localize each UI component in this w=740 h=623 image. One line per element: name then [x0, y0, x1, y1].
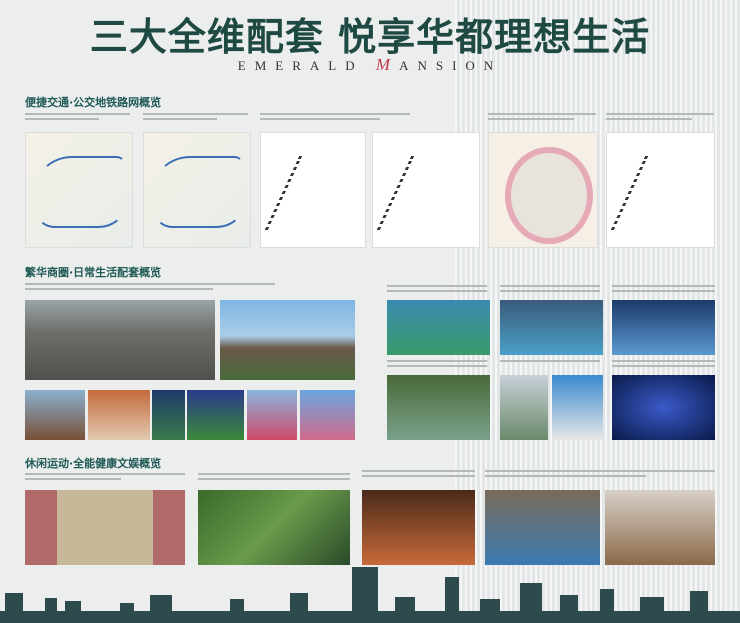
caption	[387, 360, 487, 370]
mall-night-photo	[612, 300, 715, 355]
photo	[612, 375, 715, 440]
photo	[500, 375, 548, 440]
caption	[500, 285, 600, 295]
section-title-commerce: 繁华商圈·日常生活配套概览	[25, 266, 162, 279]
photo	[88, 390, 150, 440]
brand-prefix: EMERALD	[237, 58, 376, 73]
brand-logo: EMERALD MANSION	[0, 55, 740, 75]
gym-photo	[605, 490, 715, 565]
page-title: 三大全维配套 悦享华都理想生活	[89, 14, 651, 59]
road-map	[143, 132, 251, 248]
section-title-leisure: 休闲运动·全能健康文娱概览	[25, 457, 162, 470]
caption	[488, 113, 596, 123]
caption	[500, 360, 600, 365]
brand-m: M	[375, 55, 400, 74]
caption	[387, 285, 487, 295]
caption	[485, 470, 715, 480]
caption	[25, 113, 130, 123]
metro-line-map-2	[372, 132, 480, 248]
bus-map	[25, 132, 133, 248]
caption	[260, 113, 410, 123]
caption	[612, 285, 715, 295]
pool-photo	[485, 490, 600, 565]
mall-pool-photo	[500, 300, 603, 355]
caption	[198, 473, 350, 483]
brand-suffix: ANSION	[399, 58, 503, 73]
buffet-photo	[362, 490, 475, 565]
caption	[612, 360, 715, 370]
caption	[606, 113, 714, 123]
caption	[143, 113, 248, 123]
photo	[152, 390, 185, 440]
photo	[552, 375, 603, 440]
photo	[187, 390, 244, 440]
town-aerial-photo	[25, 300, 215, 380]
caption	[362, 470, 475, 480]
sports-park-gate-photo	[25, 490, 185, 565]
photo	[300, 390, 355, 440]
section-title-transport: 便捷交通·公交地铁路网概览	[25, 96, 162, 109]
metro-line-map-1	[260, 132, 366, 248]
photo	[25, 390, 85, 440]
ring-road-map	[488, 132, 598, 248]
mall-aerial-photo	[387, 300, 490, 355]
park-aerial-photo	[387, 375, 490, 440]
photo	[247, 390, 297, 440]
caption	[25, 283, 275, 293]
sports-center-render	[198, 490, 350, 565]
metro-line-map-3	[606, 132, 715, 248]
pagoda-photo	[220, 300, 355, 380]
caption	[25, 473, 185, 483]
